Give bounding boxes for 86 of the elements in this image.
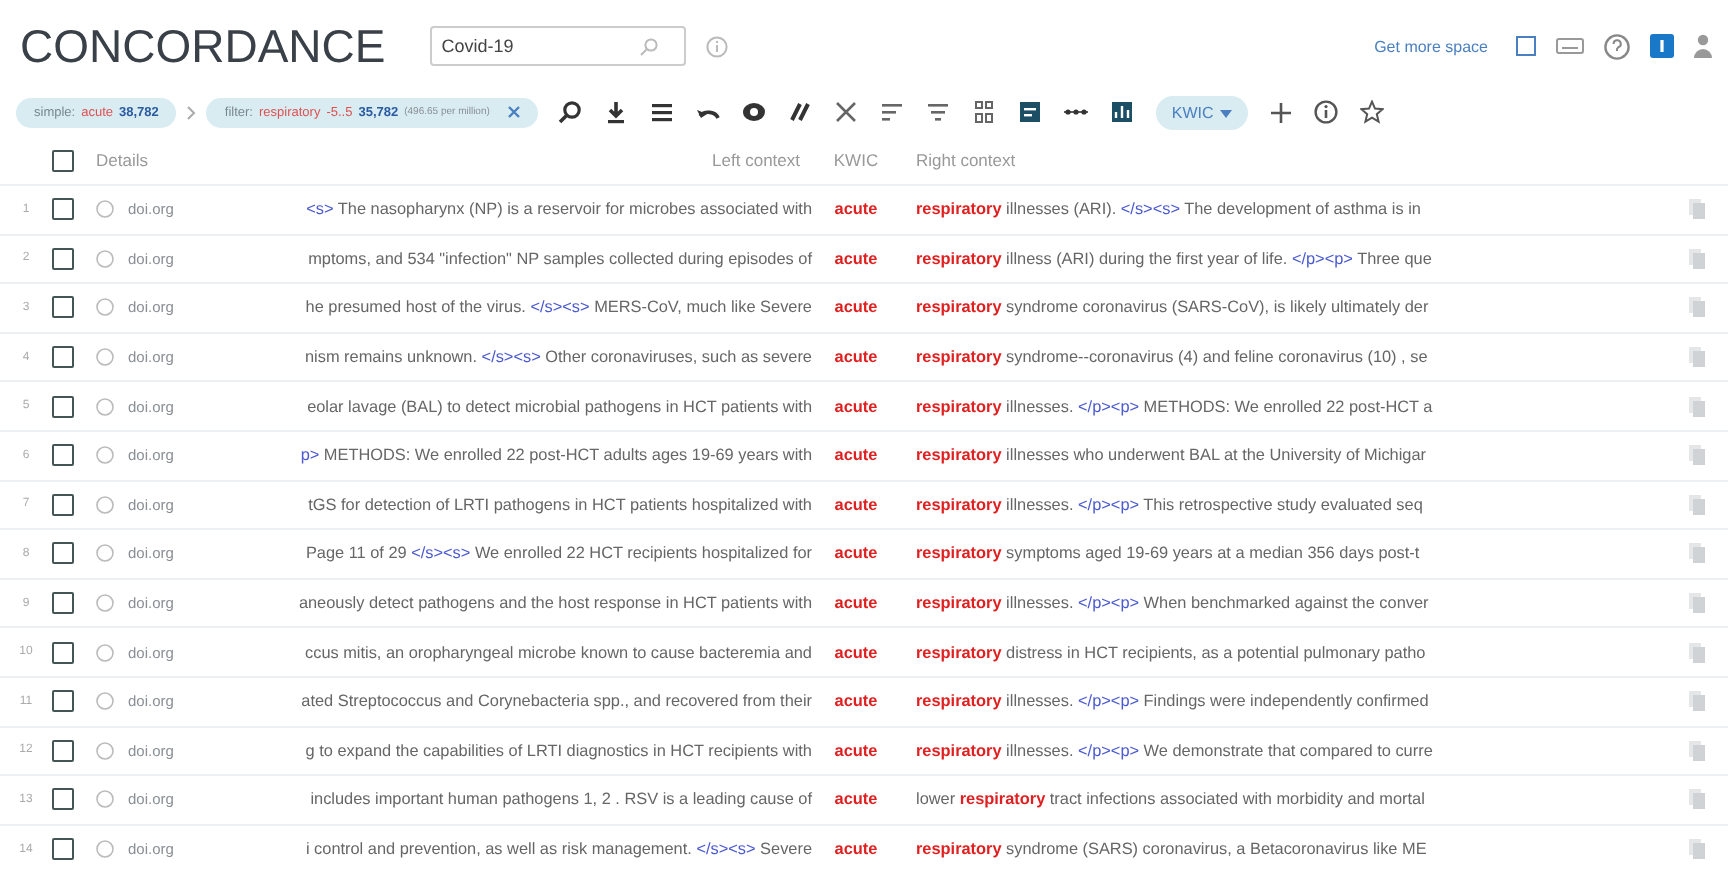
keyword: acute [832,594,880,613]
filter-icon[interactable] [925,100,950,124]
checkbox[interactable] [52,444,74,467]
column-header: KWIC [831,150,881,170]
checkbox[interactable] [52,198,74,221]
star-icon[interactable] [1359,100,1384,124]
left-context: tGS for detection of LRTI pathogens in HCT patients hospitalized with [308,495,812,514]
checkbox[interactable] [52,395,74,418]
left-context: i control and prevention, as well as risk management. </s><s> Severe [305,840,812,859]
checkbox[interactable] [52,247,74,270]
close-icon[interactable] [507,106,520,118]
download-icon[interactable] [603,100,628,124]
checkbox[interactable] [52,641,74,664]
keyword: acute [832,790,880,809]
info-icon[interactable] [1313,100,1338,124]
search-icon[interactable] [557,100,582,124]
keyword: acute [832,495,880,514]
left-context: p> METHODS: We enrolled 22 post-HCT adults ages 19-69 years with [300,446,812,465]
sort-icon[interactable] [879,100,904,124]
keyword: acute [832,643,880,662]
checkbox[interactable] [52,542,74,565]
expand-icon[interactable] [1516,36,1536,56]
search-icon [639,38,658,56]
keyword: acute [832,741,880,760]
document-icon[interactable] [1017,100,1042,124]
column-header: Left context [712,150,802,170]
checkbox[interactable] [52,493,74,516]
get-more-space-link[interactable]: Get more space [1374,37,1488,55]
checkbox[interactable] [52,788,74,811]
left-context: mptoms, and 534 "infection" NP samples collected during episodes of [308,249,812,268]
right-context: respiratory illnesses. </p><p> This retrospective study evaluated seq [914,495,1425,514]
chart-icon[interactable] [1109,100,1134,124]
left-context: <s> The nasopharynx (NP) is a reservoir for microbes associated with [306,200,812,219]
checkbox[interactable] [52,690,74,713]
left-context: he presumed host of the virus. </s><s> MERS-CoV, much like Severe [305,298,812,317]
keyword: acute [832,446,880,465]
right-context: respiratory syndrome (SARS) coronavirus, a Betacoronavirus like ME [914,840,1429,859]
left-context: includes important human pathogens 1, 2 . RSV is a leading cause of [310,790,812,809]
search-field[interactable]: Covid-19 [429,26,686,66]
keyword: acute [832,249,880,268]
app-title: CONCORDANCE [20,19,386,73]
column-header: Right context [914,150,1018,170]
right-context: respiratory illnesses. </p><p> When benchmarked against the conver [914,594,1431,613]
keyword: acute [832,692,880,711]
left-context: nism remains unknown. </s><s> Other coronaviruses, such as severe [305,348,812,367]
left-context: eolar lavage (BAL) to detect microbial pathogens in HCT patients with [307,397,812,416]
checkbox[interactable] [52,296,74,319]
right-context: respiratory syndrome--coronavirus (4) and feline coronavirus (10) , se [914,348,1430,367]
left-context: g to expand the capabilities of LRTI diagnostics in HCT recipients with [305,741,812,760]
right-context: respiratory distress in HCT recipients, as a potential pulmonary patho [914,643,1428,662]
column-header: Details [96,150,150,170]
right-context: lower respiratory tract infections associated with morbidity and mortal [914,790,1427,809]
keyword: acute [832,348,880,367]
right-context: respiratory illnesses. </p><p> METHODS: We enrolled 22 post-HCT a [914,397,1435,416]
keyword: acute [832,840,880,859]
cross-icon[interactable] [833,100,858,124]
checkbox[interactable] [52,739,74,762]
right-context: respiratory symptoms aged 19-69 years at a median 356 days post-t [914,544,1422,563]
checkbox[interactable] [52,149,74,171]
right-context: respiratory illnesses (ARI). </s><s> The development of asthma is in [914,200,1423,219]
keyword: acute [832,544,880,563]
view-dropdown[interactable]: KWIC [1155,95,1248,129]
help-icon[interactable] [1604,33,1630,59]
right-context: respiratory illnesses. </p><p> We demonstrate that compared to curre [914,741,1435,760]
right-context: respiratory illness (ARI) during the first year of life. </p><p> Three que [914,249,1434,268]
chevron-icon [186,105,197,119]
right-context: respiratory illnesses who underwent BAL at the University of Michigar [914,446,1428,465]
checkbox[interactable] [52,346,74,369]
keyword: acute [832,200,880,219]
grid-icon[interactable] [971,100,996,124]
keyboard-icon[interactable] [1556,38,1584,54]
user-icon[interactable] [1694,34,1712,58]
keyword: acute [832,298,880,317]
left-context: aneously detect pathogens and the host response in HCT patients with [298,594,812,613]
right-context: respiratory syndrome coronavirus (SARS-CoV), is likely ultimately der [914,298,1431,317]
add-icon[interactable] [1269,101,1292,123]
caret-icon [1219,109,1232,117]
keyword: acute [832,397,880,416]
left-context: ated Streptococcus and Corynebacteria spp., and recovered from their [301,692,812,711]
left-context: Page 11 of 29 </s><s> We enrolled 22 HCT recipients hospitalized for [305,544,812,563]
checkbox[interactable] [52,838,74,861]
list-icon[interactable] [649,100,674,124]
eye-icon[interactable] [741,100,766,124]
right-context: respiratory illnesses. </p><p> Findings were independently confirmed [914,692,1431,711]
checkbox[interactable] [52,592,74,615]
left-context: ccus mitis, an oropharyngeal microbe known to cause bacteremia and [305,643,812,662]
